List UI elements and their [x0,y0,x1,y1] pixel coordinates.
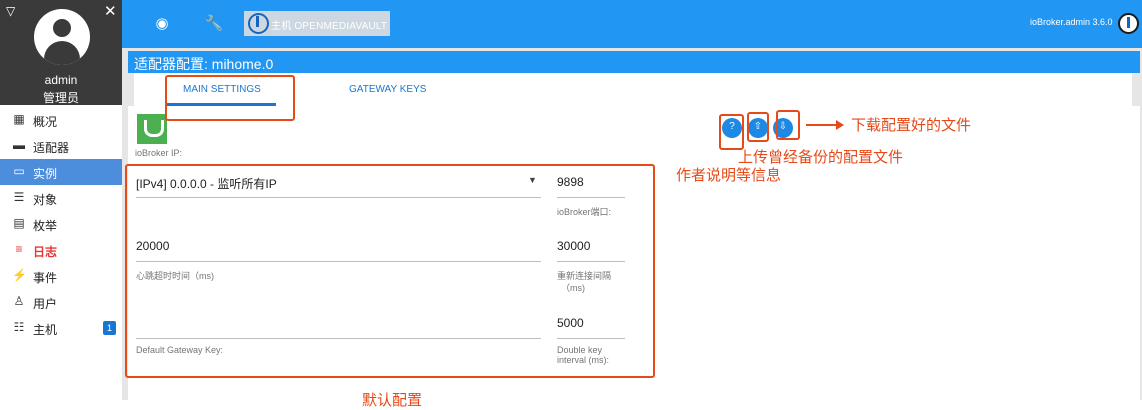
admin-version: ioBroker.admin 3.6.0 [1030,17,1113,27]
sidebar-item-label: 适配器 [33,141,70,155]
sidebar-item-enums[interactable]: ▤ 枚举 [0,211,122,237]
sidebar-item-label: 用户 [33,297,58,311]
sidebar-item-events[interactable]: ⚡ 事件 [0,263,122,289]
top-bar: ◉ 🔧 主机 OPENMEDIAVAULT ioBroker.admin 3.6… [122,0,1142,48]
mihome-logo-icon [137,114,167,144]
wrench-icon[interactable]: 🔧 [204,14,224,34]
defaults-highlight-box [125,164,655,378]
arrow-head-icon [836,120,844,130]
menu-triangle-icon[interactable]: ▽ [6,4,15,18]
info-annotation: 作者说明等信息 [676,167,782,184]
sidebar-item-label: 日志 [33,245,58,259]
sidebar-item-objects[interactable]: ☰ 对象 [0,185,122,211]
eye-icon[interactable]: ◉ [152,14,172,34]
grid-icon: ▦ [13,112,25,126]
store-icon: ▬ [13,138,25,152]
enum-icon: ▤ [13,216,25,230]
sidebar-item-label: 主机 [33,323,58,337]
sidebar-item-adapters[interactable]: ▬ 适配器 [0,133,122,159]
sidebar-item-label: 实例 [33,167,58,181]
user-icon: ♙ [13,294,25,308]
log-icon: ≡ [15,242,23,256]
sidebar-item-label: 事件 [33,271,58,285]
page-title: 适配器配置: mihome.0 [134,56,274,72]
sidebar-user-panel: ▽ ✕ admin 管理员 [0,0,122,105]
sidebar-item-label: 对象 [33,193,58,207]
download-highlight-box [776,110,800,140]
help-highlight-box [719,114,744,150]
upload-highlight-box [747,112,769,142]
sidebar-item-users[interactable]: ♙ 用户 [0,289,122,315]
iobroker-logo [1118,13,1139,34]
user-role: 管理员 [42,91,79,105]
sidebar-item-label: 枚举 [33,219,58,233]
iobroker-ip-label: ioBroker IP: [135,148,183,158]
close-icon[interactable]: ✕ [104,2,117,20]
sidebar-item-logs[interactable]: ≡ 日志 [0,237,122,263]
sidebar: ▽ ✕ admin 管理员 ▦ 概况 ▬ 适配器 ▭ 实例 ☰ 对象 ▤ 枚举 … [0,0,122,400]
sidebar-item-overview[interactable]: ▦ 概况 [0,107,122,133]
tab-gateway-keys[interactable]: GATEWAY KEYS [349,84,426,95]
card-icon: ▭ [13,164,25,178]
hosts-count-badge: 1 [103,321,116,335]
panel-title-bar: 适配器配置: mihome.0 [128,51,1140,73]
lightning-icon: ⚡ [12,268,27,282]
host-button[interactable]: 主机 OPENMEDIAVAULT [244,11,390,36]
sidebar-item-instances[interactable]: ▭ 实例 [0,159,122,185]
list-icon: ☰ [13,190,25,204]
download-annotation: 下载配置好的文件 [851,117,972,134]
sidebar-item-label: 概况 [33,115,58,129]
tab-highlight-box [165,75,295,121]
host-label: 主机 OPENMEDIAVAULT [271,21,388,32]
user-name: admin [44,73,78,87]
host-list-icon: ☷ [13,320,25,334]
avatar [34,9,90,65]
sidebar-item-hosts[interactable]: ☷ 主机 1 [0,315,122,341]
annotation-arrow [806,124,838,126]
